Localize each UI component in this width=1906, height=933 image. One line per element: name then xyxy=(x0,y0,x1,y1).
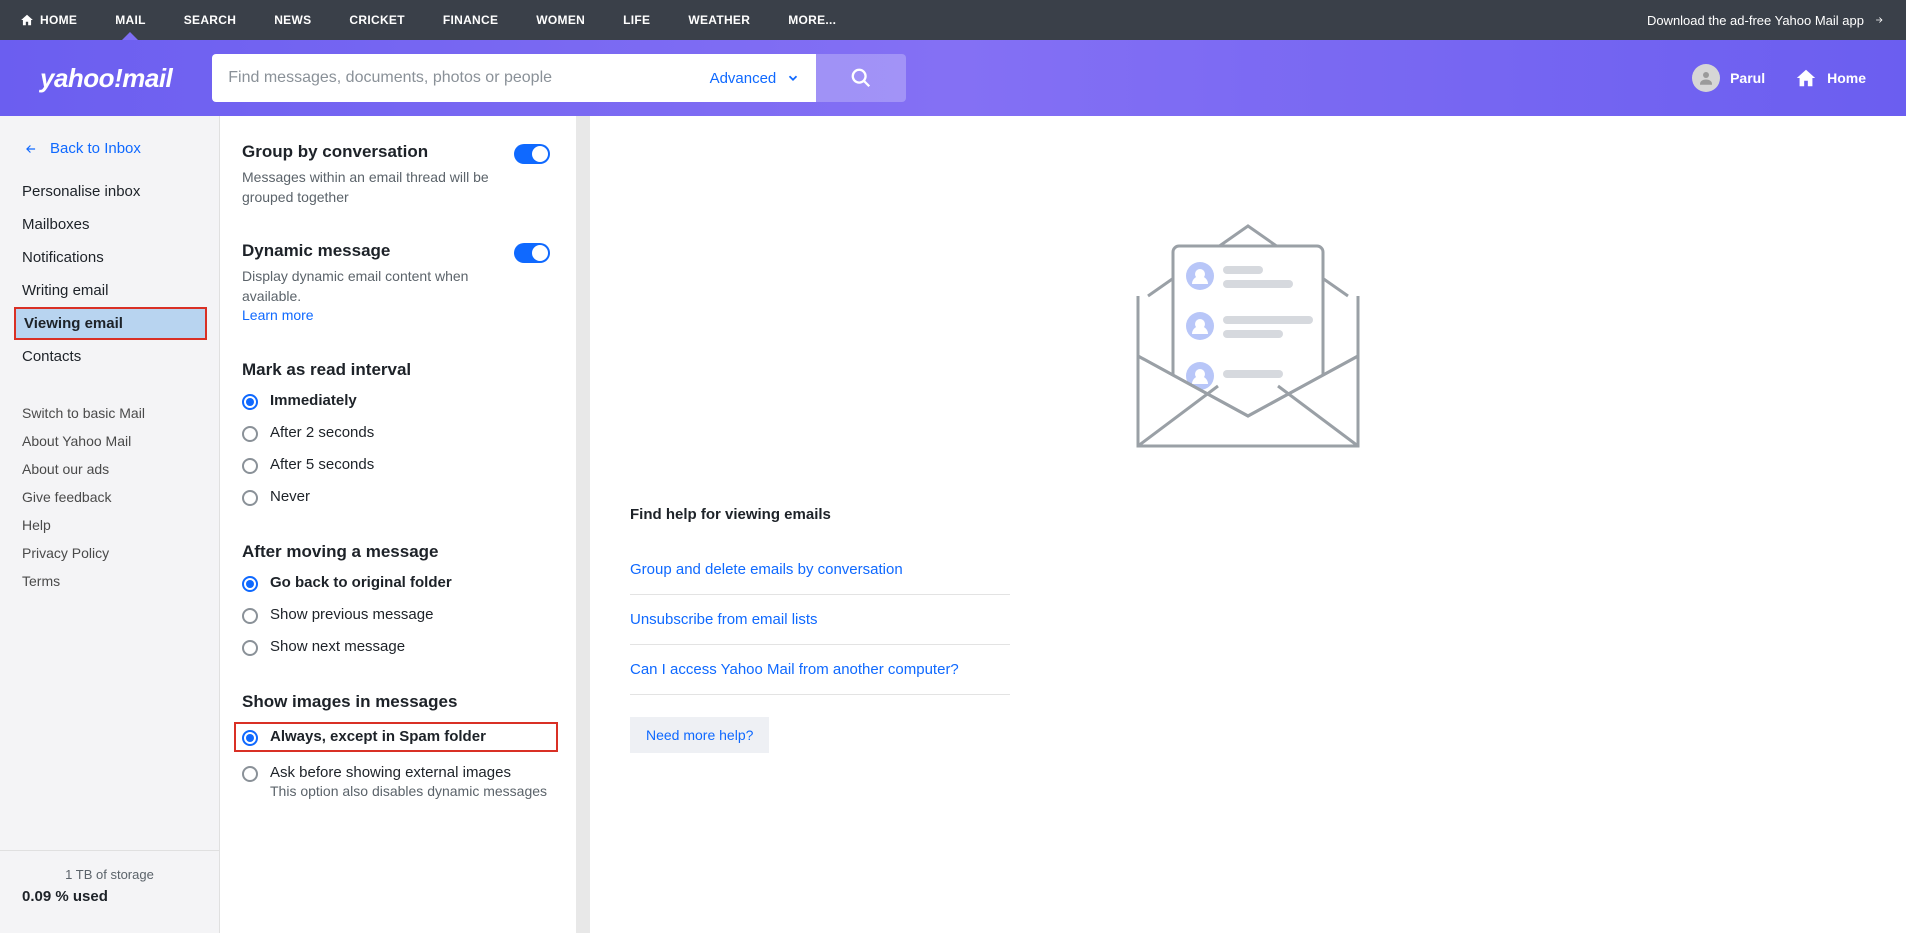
home-icon xyxy=(20,13,34,27)
nav-home[interactable]: HOME xyxy=(20,13,77,27)
user-name: Parul xyxy=(1730,70,1765,86)
download-app-link[interactable]: Download the ad-free Yahoo Mail app xyxy=(1647,13,1886,28)
storage-total: 1 TB of storage xyxy=(22,867,197,882)
sidebar-item-feedback[interactable]: Give feedback xyxy=(0,483,219,511)
user-menu[interactable]: Parul xyxy=(1692,64,1765,92)
setting-after-move: After moving a message Go back to origin… xyxy=(242,542,550,658)
sidebar-item-personalise[interactable]: Personalise inbox xyxy=(0,175,219,208)
after-move-title: After moving a message xyxy=(242,542,550,562)
learn-more-link[interactable]: Learn more xyxy=(242,307,314,323)
help-link-another-computer[interactable]: Can I access Yahoo Mail from another com… xyxy=(630,645,1010,695)
dynamic-message-desc: Display dynamic email content when avail… xyxy=(242,267,500,326)
setting-dynamic-message: Dynamic message Display dynamic email co… xyxy=(242,241,550,326)
radio-icon xyxy=(242,608,258,624)
dynamic-message-title: Dynamic message xyxy=(242,241,500,261)
nav-cricket[interactable]: CRICKET xyxy=(349,13,404,27)
help-heading: Find help for viewing emails xyxy=(630,506,1866,523)
sidebar-item-notifications[interactable]: Notifications xyxy=(0,241,219,274)
move-show-next[interactable]: Show next message xyxy=(242,636,550,658)
nav-home-label: HOME xyxy=(40,13,77,27)
radio-icon xyxy=(242,576,258,592)
nav-search[interactable]: SEARCH xyxy=(184,13,236,27)
sidebar-item-viewing[interactable]: Viewing email xyxy=(14,307,207,340)
nav-news[interactable]: NEWS xyxy=(274,13,311,27)
sidebar-item-contacts[interactable]: Contacts xyxy=(0,340,219,373)
envelope-icon xyxy=(1108,156,1388,456)
back-to-inbox-link[interactable]: Back to Inbox xyxy=(0,140,219,175)
radio-icon xyxy=(242,458,258,474)
yahoo-mail-logo[interactable]: yahoo!mail xyxy=(40,63,172,94)
storage-used: 0.09 % used xyxy=(22,888,197,905)
search-button[interactable] xyxy=(816,54,906,102)
radio-icon xyxy=(242,766,258,782)
sidebar-item-privacy[interactable]: Privacy Policy xyxy=(0,539,219,567)
radio-icon xyxy=(242,730,258,746)
show-images-title: Show images in messages xyxy=(242,692,550,712)
mark-read-immediately[interactable]: Immediately xyxy=(242,390,550,412)
search-input-wrap: Advanced xyxy=(212,54,816,102)
setting-group-conversation: Group by conversation Messages within an… xyxy=(242,142,550,207)
top-nav-bar: HOME MAIL SEARCH NEWS CRICKET FINANCE WO… xyxy=(0,0,1906,40)
move-go-back[interactable]: Go back to original folder xyxy=(242,572,550,594)
help-panel: Find help for viewing emails Group and d… xyxy=(590,116,1906,933)
home-icon xyxy=(1795,67,1817,89)
sidebar-secondary: Switch to basic Mail About Yahoo Mail Ab… xyxy=(0,399,219,595)
mark-read-2s[interactable]: After 2 seconds xyxy=(242,422,550,444)
group-conversation-desc: Messages within an email thread will be … xyxy=(242,168,500,207)
main-layout: Back to Inbox Personalise inbox Mailboxe… xyxy=(0,116,1906,933)
chevron-down-icon xyxy=(786,71,800,85)
setting-mark-read: Mark as read interval Immediately After … xyxy=(242,360,550,508)
help-link-group-delete[interactable]: Group and delete emails by conversation xyxy=(630,545,1010,595)
nav-mail[interactable]: MAIL xyxy=(115,13,146,27)
dynamic-message-toggle[interactable] xyxy=(514,243,550,263)
search-icon xyxy=(850,67,872,89)
mark-read-title: Mark as read interval xyxy=(242,360,550,380)
arrow-left-icon xyxy=(22,142,40,156)
radio-icon xyxy=(242,426,258,442)
person-icon xyxy=(1697,69,1715,87)
mark-read-5s[interactable]: After 5 seconds xyxy=(242,454,550,476)
radio-icon xyxy=(242,490,258,506)
nav-more[interactable]: MORE... xyxy=(788,13,836,27)
nav-finance[interactable]: FINANCE xyxy=(443,13,498,27)
sidebar-item-basic[interactable]: Switch to basic Mail xyxy=(0,399,219,427)
sidebar-item-ads[interactable]: About our ads xyxy=(0,455,219,483)
header-right: Parul Home xyxy=(1692,64,1866,92)
group-conversation-title: Group by conversation xyxy=(242,142,500,162)
nav-weather[interactable]: WEATHER xyxy=(688,13,750,27)
nav-life[interactable]: LIFE xyxy=(623,13,650,27)
images-always[interactable]: Always, except in Spam folder xyxy=(234,722,558,752)
sidebar-item-help[interactable]: Help xyxy=(0,511,219,539)
nav-women[interactable]: WOMEN xyxy=(536,13,585,27)
group-conversation-toggle[interactable] xyxy=(514,144,550,164)
header-bar: yahoo!mail Advanced Parul Home xyxy=(0,40,1906,116)
arrow-right-icon xyxy=(1872,15,1886,25)
mark-read-never[interactable]: Never xyxy=(242,486,550,508)
settings-panel[interactable]: Group by conversation Messages within an… xyxy=(220,116,590,933)
advanced-search-link[interactable]: Advanced xyxy=(710,70,801,87)
envelope-illustration xyxy=(630,156,1866,456)
radio-icon xyxy=(242,394,258,410)
sidebar-item-mailboxes[interactable]: Mailboxes xyxy=(0,208,219,241)
sidebar-item-writing[interactable]: Writing email xyxy=(0,274,219,307)
sidebar-item-terms[interactable]: Terms xyxy=(0,567,219,595)
home-button[interactable]: Home xyxy=(1795,67,1866,89)
images-ask[interactable]: Ask before showing external images This … xyxy=(242,762,550,801)
search-input[interactable] xyxy=(228,69,697,87)
avatar xyxy=(1692,64,1720,92)
search-container: Advanced xyxy=(212,54,906,102)
settings-sidebar: Back to Inbox Personalise inbox Mailboxe… xyxy=(0,116,220,933)
sidebar-footer: 1 TB of storage 0.09 % used xyxy=(0,850,219,921)
top-nav-items: HOME MAIL SEARCH NEWS CRICKET FINANCE WO… xyxy=(20,13,836,27)
need-more-help-button[interactable]: Need more help? xyxy=(630,717,769,753)
help-link-unsubscribe[interactable]: Unsubscribe from email lists xyxy=(630,595,1010,645)
radio-icon xyxy=(242,640,258,656)
setting-show-images: Show images in messages Always, except i… xyxy=(242,692,550,801)
sidebar-item-about[interactable]: About Yahoo Mail xyxy=(0,427,219,455)
move-show-prev[interactable]: Show previous message xyxy=(242,604,550,626)
